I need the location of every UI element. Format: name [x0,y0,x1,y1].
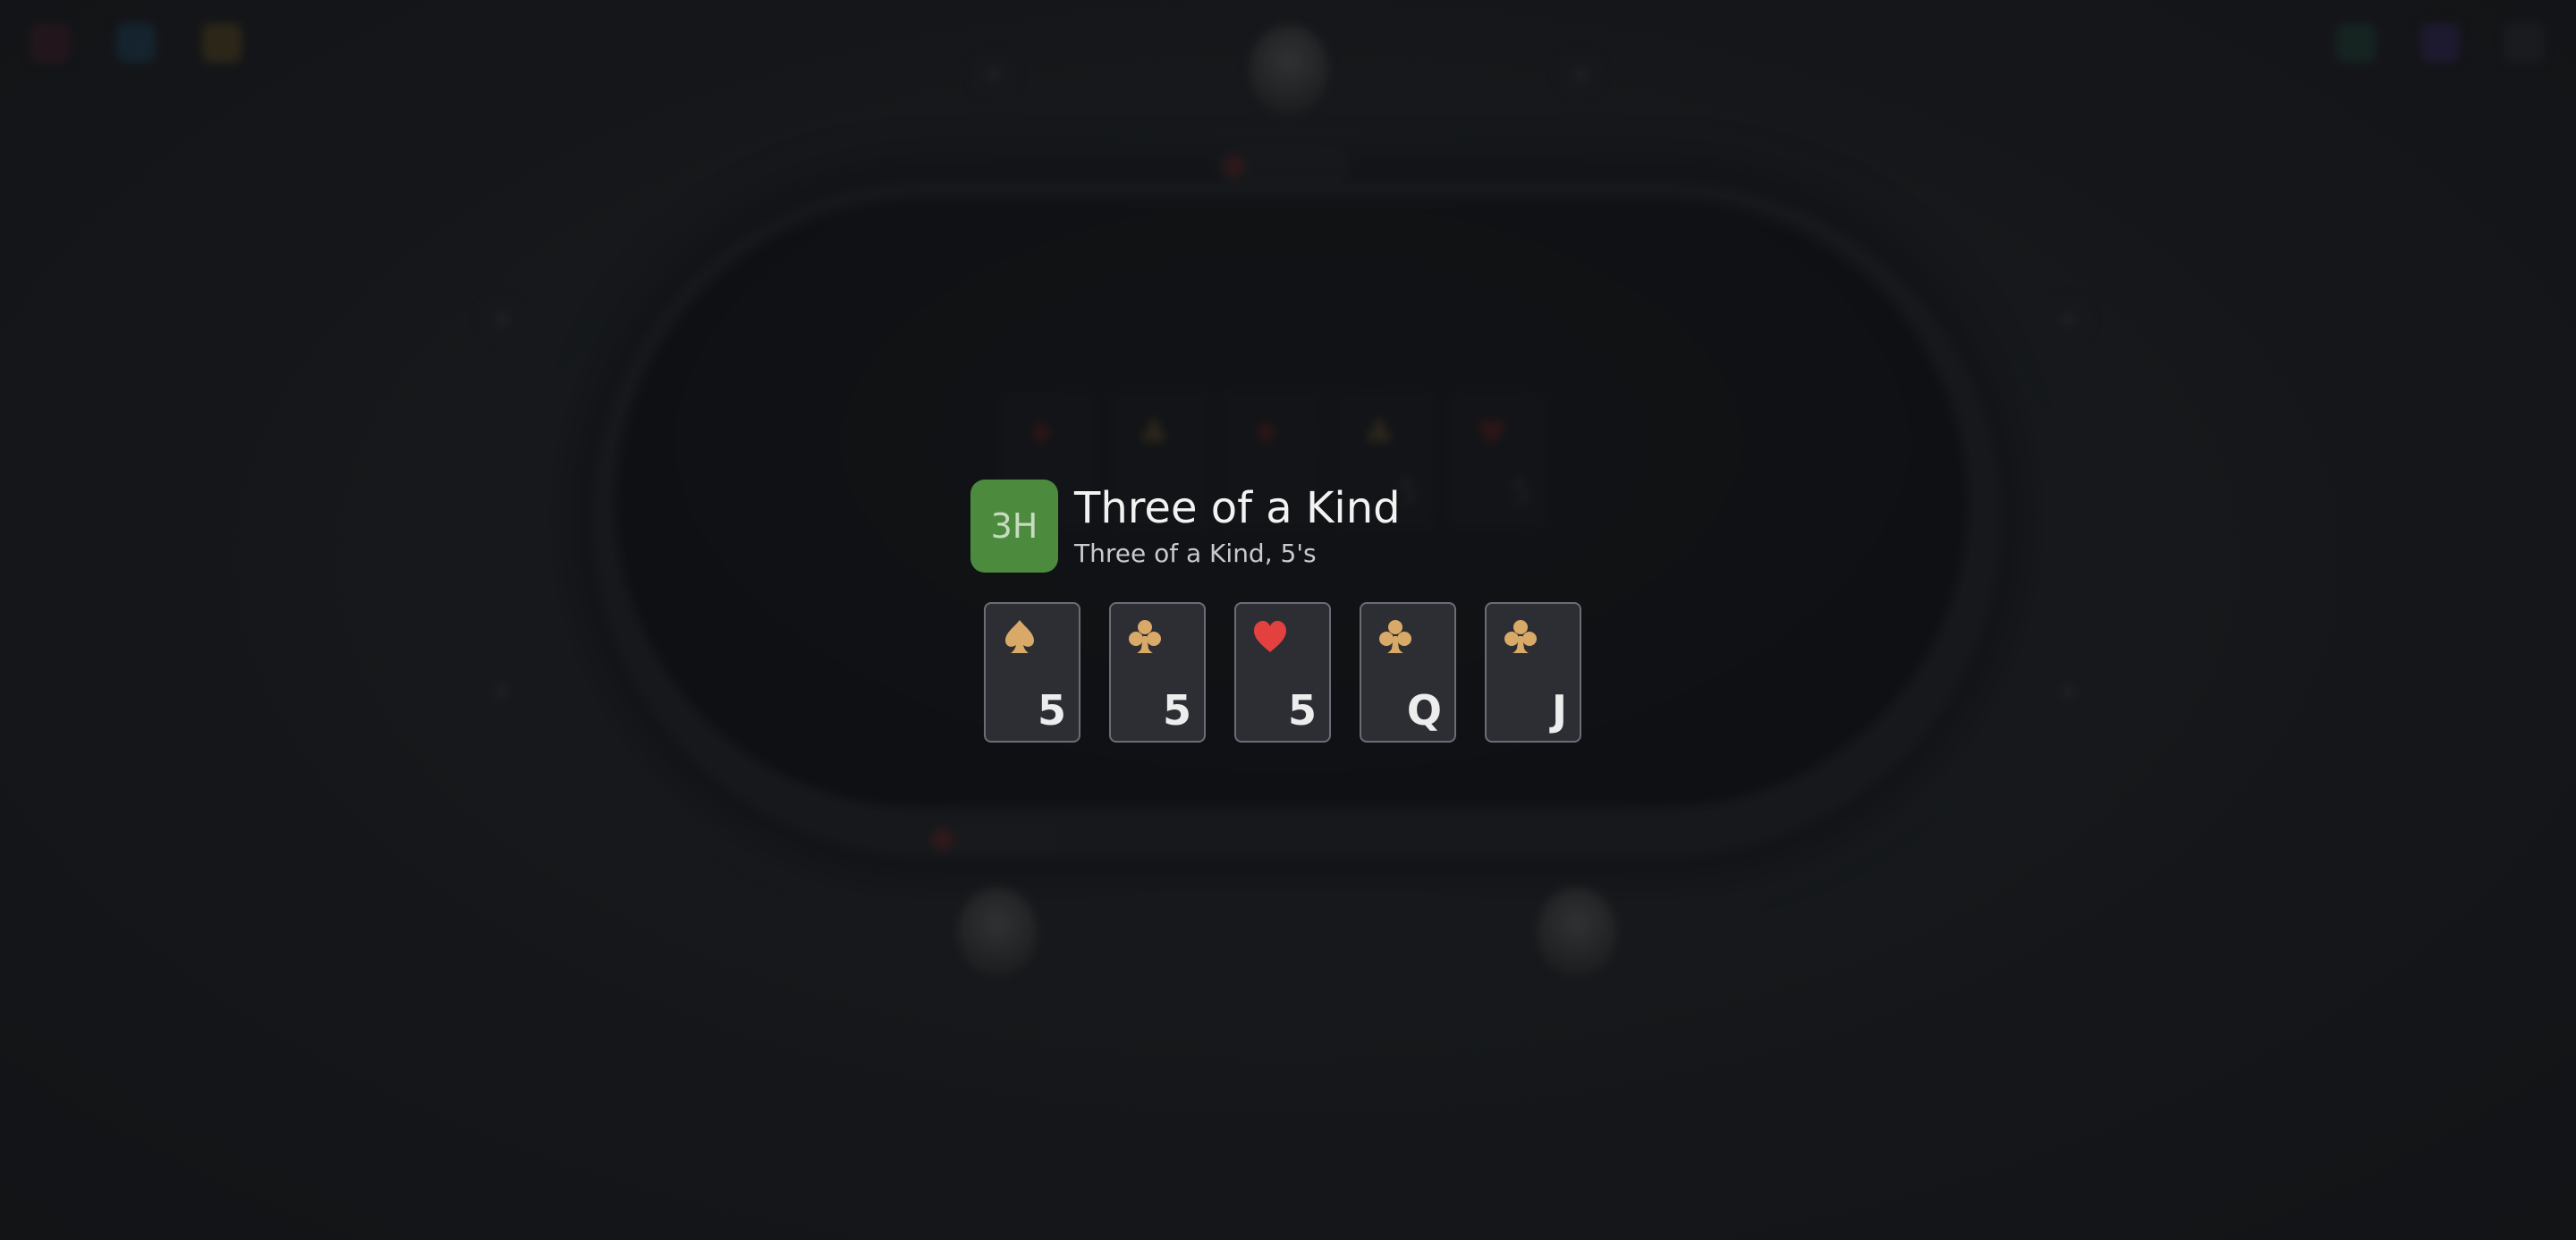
heart-icon [1254,621,1286,652]
card-rank: 5 [1162,686,1191,735]
playing-card: 5 [1109,602,1206,743]
playing-card: 5 [1234,602,1331,743]
hand-rank-badge: 3H [970,480,1058,573]
hand-result-title: Three of a Kind [1074,483,1401,533]
card-rank: 5 [1287,686,1317,735]
playing-card: J [1485,602,1581,743]
card-rank: J [1551,686,1567,735]
hand-result-text: Three of a Kind Three of a Kind, 5's [1074,481,1401,571]
hand-result-header: 3H Three of a Kind Three of a Kind, 5's [970,480,1401,573]
club-icon [1504,620,1537,653]
card-rank: 5 [1037,686,1066,735]
poker-table-screen: + + + + + + ♦ ♣ ♦ ♣ 5 ♥ 5 3H Three of a Ki… [0,0,2576,1240]
spade-icon [1005,620,1034,653]
best-hand-cards: 5 5 5 Q J [984,602,1581,743]
club-icon [1379,620,1411,653]
club-icon [1129,620,1161,653]
hand-result-subtitle: Three of a Kind, 5's [1074,539,1317,568]
playing-card: Q [1360,602,1456,743]
playing-card: 5 [984,602,1080,743]
card-rank: Q [1406,686,1442,735]
